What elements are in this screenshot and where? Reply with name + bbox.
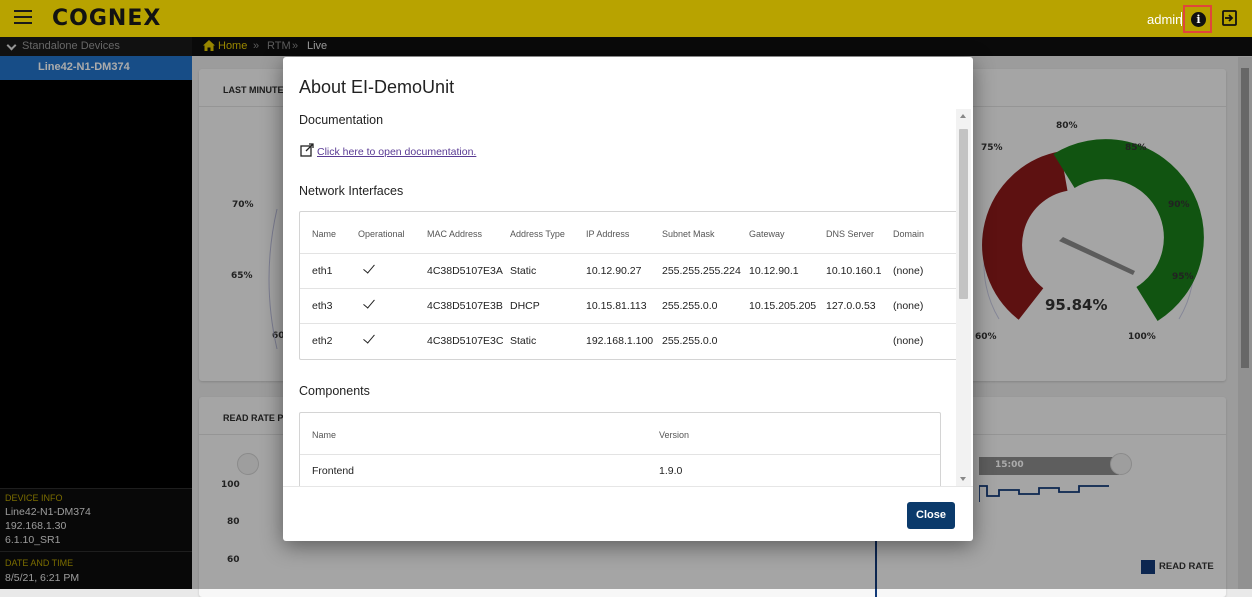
- divider: [283, 486, 973, 487]
- column-header: Version: [659, 430, 690, 440]
- cell-dns: 10.10.160.1: [826, 265, 882, 277]
- row-divider: [300, 288, 969, 289]
- cell-mac: 4C38D5107E3A: [427, 265, 503, 277]
- info-button[interactable]: i: [1183, 5, 1212, 33]
- scroll-down-arrow-icon[interactable]: [960, 477, 966, 481]
- user-separator: [1181, 12, 1182, 26]
- column-header: Name: [312, 229, 337, 239]
- components-heading: Components: [299, 384, 370, 398]
- cell-mask: 255.255.255.224: [662, 265, 741, 277]
- documentation-heading: Documentation: [299, 113, 384, 127]
- cell-name: eth1: [312, 265, 333, 277]
- cell-dns: 127.0.0.53: [826, 300, 876, 312]
- top-bar: COGNEX admin i: [0, 0, 1252, 37]
- column-header: Operational: [358, 229, 405, 239]
- dialog-content: Documentation Click here to open documen…: [283, 109, 973, 486]
- network-interfaces-heading: Network Interfaces: [299, 184, 404, 198]
- cell-type: Static: [510, 265, 537, 277]
- column-header: DNS Server: [826, 229, 875, 239]
- cell-gateway: 10.15.205.205: [749, 300, 817, 312]
- cell-domain: (none): [893, 300, 924, 312]
- row-divider: [300, 454, 940, 455]
- check-icon: [363, 331, 375, 344]
- cell-type: Static: [510, 335, 537, 347]
- cell-mac: 4C38D5107E3C: [427, 335, 504, 347]
- open-external-icon: [300, 143, 314, 157]
- column-header: MAC Address: [427, 229, 483, 239]
- cell-component-name: Frontend: [312, 465, 355, 477]
- dialog-scrollbar-thumb[interactable]: [959, 129, 968, 299]
- about-dialog: About EI-DemoUnit Documentation Click he…: [283, 57, 973, 541]
- dialog-scrollbar[interactable]: [956, 109, 971, 486]
- column-header: Name: [312, 430, 337, 440]
- check-icon: [363, 296, 375, 309]
- cell-gateway: 10.12.90.1: [749, 265, 799, 277]
- cell-ip: 10.12.90.27: [586, 265, 642, 277]
- cell-mac: 4C38D5107E3B: [427, 300, 503, 312]
- column-header: Subnet Mask: [662, 229, 715, 239]
- column-header: Gateway: [749, 229, 785, 239]
- column-header: Address Type: [510, 229, 565, 239]
- close-button[interactable]: Close: [907, 502, 955, 529]
- scroll-up-arrow-icon[interactable]: [960, 114, 966, 118]
- cell-mask: 255.255.0.0: [662, 300, 718, 312]
- check-icon: [363, 261, 375, 274]
- cell-name: eth3: [312, 300, 333, 312]
- cell-component-version: 1.9.0: [659, 465, 683, 477]
- menu-icon[interactable]: [14, 10, 32, 26]
- cell-ip: 192.168.1.100: [586, 335, 654, 347]
- logout-icon[interactable]: [1221, 9, 1239, 27]
- cell-name: eth2: [312, 335, 333, 347]
- cognex-logo: COGNEX: [52, 6, 162, 31]
- cell-domain: (none): [893, 335, 924, 347]
- cell-type: DHCP: [510, 300, 540, 312]
- row-divider: [300, 253, 969, 254]
- documentation-link[interactable]: Click here to open documentation.: [317, 146, 476, 158]
- components-table: Name Version Frontend 1.9.0: [299, 412, 941, 486]
- row-divider: [300, 323, 969, 324]
- info-icon: i: [1191, 12, 1206, 27]
- cell-mask: 255.255.0.0: [662, 335, 718, 347]
- column-header: IP Address: [586, 229, 630, 239]
- cell-domain: (none): [893, 265, 924, 277]
- network-interfaces-table: Name Operational MAC Address Address Typ…: [299, 211, 970, 360]
- dialog-title: About EI-DemoUnit: [299, 77, 455, 97]
- user-name[interactable]: admin: [1147, 12, 1182, 27]
- column-header: Domain: [893, 229, 925, 239]
- cell-ip: 10.15.81.113: [586, 300, 647, 312]
